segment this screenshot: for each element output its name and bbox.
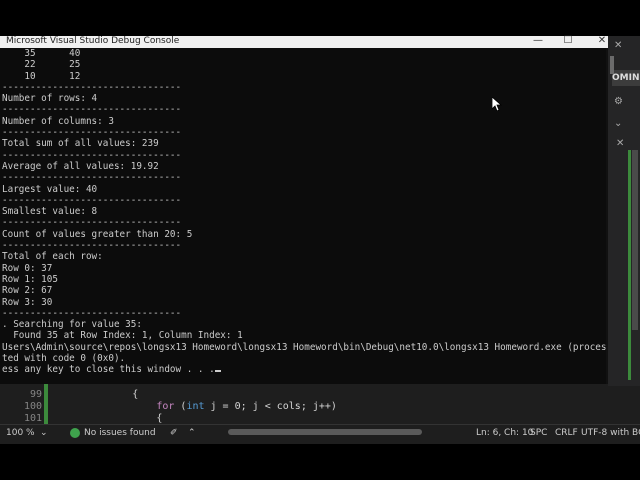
- close-icon[interactable]: ✕: [616, 138, 624, 149]
- console-line: 10 12: [2, 70, 81, 82]
- code-text: j = 0; j < cols; j++): [204, 401, 337, 412]
- console-line: Row 1: 105: [2, 273, 58, 285]
- console-line: . Searching for value 35:: [2, 319, 142, 331]
- line-ending[interactable]: CRLF: [555, 428, 578, 438]
- console-scroll-track[interactable]: [606, 48, 608, 384]
- console-line: Row 2: 67: [2, 285, 53, 297]
- console-line: Total sum of all values: 239: [2, 138, 159, 150]
- console-line: Users\Admin\source\repos\longsx13 Homewo…: [2, 341, 606, 353]
- console-output: 35 40 22 25 10 12 -----------------------…: [2, 48, 606, 386]
- console-line: --------------------------------: [2, 217, 182, 229]
- code-keyword: for: [156, 401, 175, 412]
- change-indicator-bar: [44, 383, 48, 425]
- console-line: --------------------------------: [2, 194, 182, 206]
- console-line: 22 25: [2, 59, 81, 71]
- console-line: --------------------------------: [2, 81, 182, 93]
- console-line: Total of each row:: [2, 251, 103, 263]
- console-line: --------------------------------: [2, 172, 182, 184]
- brush-icon[interactable]: ✐: [170, 428, 178, 438]
- console-line: Largest value: 40: [2, 183, 98, 195]
- console-line: Smallest value: 8: [2, 206, 98, 218]
- check-icon: [70, 428, 80, 438]
- code-line[interactable]: {: [60, 413, 162, 424]
- horizontal-scrollbar[interactable]: [228, 429, 422, 435]
- code-line[interactable]: {: [60, 389, 138, 400]
- console-line: 35 40: [2, 48, 81, 59]
- console-line: Number of rows: 4: [2, 93, 98, 105]
- console-scroll-thumb[interactable]: [610, 56, 614, 74]
- issues-status[interactable]: No issues found: [84, 428, 156, 438]
- code-keyword: int: [186, 401, 205, 412]
- console-line: ess any key to close this window . . .: [2, 364, 606, 375]
- console-line: Found 35 at Row Index: 1, Column Index: …: [2, 330, 243, 342]
- console-line: --------------------------------: [2, 104, 182, 116]
- file-encoding[interactable]: UTF-8 with BOM: [581, 428, 640, 438]
- chevron-down-icon[interactable]: ⌄: [40, 428, 48, 438]
- settings-icon[interactable]: ⚙: [614, 96, 623, 107]
- console-line: Count of values greater than 20: 5: [2, 228, 193, 240]
- line-number: 100: [24, 401, 43, 412]
- line-number: 101: [24, 413, 43, 424]
- minimize-button[interactable]: —: [530, 34, 546, 48]
- text-cursor: [214, 370, 221, 373]
- code-editor[interactable]: 99 { 100 for (int j = 0; j < cols; j++) …: [0, 383, 608, 425]
- ide-scrollbar[interactable]: [632, 150, 638, 330]
- line-number: 99: [29, 389, 42, 400]
- console-line: --------------------------------: [2, 149, 182, 161]
- account-badge[interactable]: OMIN: [612, 70, 640, 86]
- console-line: --------------------------------: [2, 240, 182, 252]
- chevron-down-icon[interactable]: ⌄: [614, 118, 622, 129]
- console-line: --------------------------------: [2, 307, 182, 319]
- console-line: Row 3: 30: [2, 296, 53, 308]
- console-line: --------------------------------: [2, 127, 182, 139]
- close-button[interactable]: ✕: [594, 34, 610, 48]
- window-title: Microsoft Visual Studio Debug Console: [6, 36, 180, 46]
- console-line: Row 0: 37: [2, 262, 53, 274]
- console-line: Average of all values: 19.92: [2, 160, 159, 172]
- zoom-level[interactable]: 100 %: [6, 428, 35, 438]
- code-text: (: [174, 401, 187, 412]
- close-icon[interactable]: ✕: [614, 40, 622, 51]
- code-line[interactable]: for (int j = 0; j < cols; j++): [60, 401, 337, 412]
- maximize-button[interactable]: ☐: [560, 34, 576, 48]
- chevron-up-icon[interactable]: ⌃: [188, 428, 196, 438]
- mouse-pointer-icon: [492, 97, 502, 111]
- console-line: Number of columns: 3: [2, 115, 114, 127]
- cursor-position[interactable]: Ln: 6, Ch: 10: [476, 428, 533, 438]
- change-indicator-bar: [628, 150, 631, 380]
- console-line: ted with code 0 (0x0).: [2, 353, 126, 365]
- whitespace-mode[interactable]: SPC: [530, 428, 547, 438]
